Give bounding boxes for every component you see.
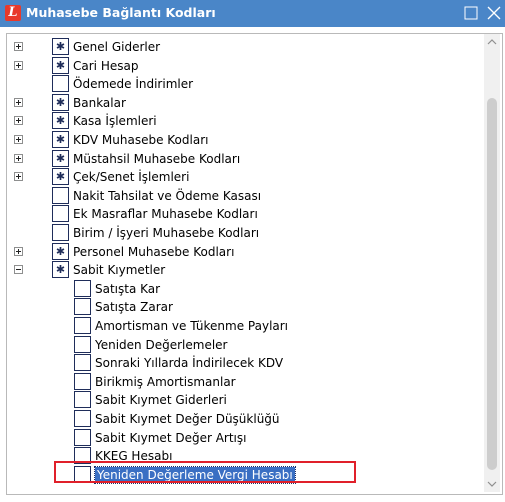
scroll-down-button[interactable] — [484, 476, 500, 492]
tree-item[interactable]: Ödemede İndirimler — [7, 75, 485, 93]
expand-plus-icon[interactable] — [14, 246, 23, 256]
tree-item[interactable]: KDV Muhasebe Kodları — [7, 131, 485, 149]
tree-item-label[interactable]: Sabit Kıymet Değer Düşüklüğü — [95, 411, 280, 427]
annotation-highlight-box — [54, 461, 356, 483]
close-icon — [487, 6, 501, 20]
window-title: Muhasebe Bağlantı Kodları — [26, 5, 216, 20]
tree-item[interactable]: Yeniden Değerlemeler — [7, 335, 485, 354]
tree-item-label[interactable]: Personel Muhasebe Kodları — [73, 244, 234, 260]
expand-plus-icon[interactable] — [14, 116, 23, 126]
tree-item-label[interactable]: Müstahsil Muhasebe Kodları — [73, 151, 240, 167]
tree-item[interactable]: Ek Masraflar Muhasebe Kodları — [7, 205, 485, 223]
tree-checkbox-starred[interactable] — [52, 38, 69, 55]
scroll-thumb[interactable] — [487, 98, 497, 470]
scroll-up-button[interactable] — [484, 34, 500, 50]
tree-item[interactable]: Sabit Kıymet Değer Düşüklüğü — [7, 410, 485, 428]
tree-item-label[interactable]: Birim / İşyeri Muhasebe Kodları — [73, 225, 259, 241]
tree-checkbox[interactable] — [74, 372, 91, 390]
tree-item-label[interactable]: Cari Hesap — [73, 58, 138, 74]
tree-item[interactable]: Birikmiş Amortismanlar — [7, 372, 485, 391]
tree-checkbox-starred[interactable] — [52, 131, 69, 148]
tree-checkbox-starred[interactable] — [52, 149, 69, 167]
tree-checkbox[interactable] — [74, 391, 91, 409]
tree-checkbox[interactable] — [74, 317, 91, 334]
tree-checkbox[interactable] — [52, 205, 69, 223]
tree-item-label[interactable]: Bankalar — [73, 95, 126, 111]
tree-item[interactable]: Genel Giderler — [7, 38, 485, 56]
expand-plus-icon[interactable] — [14, 135, 23, 144]
tree-checkbox-starred[interactable] — [52, 112, 69, 130]
tree-item-label[interactable]: Satışta Zarar — [95, 299, 173, 315]
account-link-tree[interactable]: Genel Giderler Cari Hesap Ödemede İndiriml… — [6, 33, 503, 495]
tree-item[interactable]: Sabit Kıymet Giderleri — [7, 391, 485, 409]
tree-item[interactable]: Personel Muhasebe Kodları — [7, 242, 485, 261]
tree-item-label[interactable]: Amortisman ve Tükenme Payları — [95, 318, 288, 334]
tree-item[interactable]: Amortisman ve Tükenme Payları — [7, 317, 485, 335]
tree-item[interactable]: Sabit Kıymet Değer Artışı — [7, 428, 485, 447]
maximize-button[interactable] — [462, 4, 480, 22]
title-bar[interactable]: L Muhasebe Bağlantı Kodları — [0, 0, 505, 27]
tree-item-label[interactable]: KDV Muhasebe Kodları — [73, 132, 208, 148]
expand-plus-icon[interactable] — [14, 97, 23, 107]
tree-checkbox[interactable] — [74, 335, 91, 353]
collapse-minus-icon[interactable] — [14, 265, 23, 275]
tree-checkbox-starred[interactable] — [52, 93, 69, 111]
tree-item[interactable]: Satışta Kar — [7, 279, 485, 298]
expand-plus-icon[interactable] — [14, 60, 23, 70]
chevron-up-icon — [487, 39, 497, 45]
tree-item-label[interactable]: Çek/Senet İşlemleri — [73, 169, 189, 185]
tree-item-label[interactable]: Sabit Kıymetler — [73, 262, 165, 278]
tree-checkbox[interactable] — [52, 186, 69, 204]
chevron-down-icon — [487, 481, 497, 487]
expand-plus-icon[interactable] — [14, 172, 23, 182]
tree-item[interactable]: Bankalar — [7, 93, 485, 112]
vertical-scrollbar[interactable] — [484, 34, 500, 492]
tree-item-label[interactable]: Sonraki Yıllarda İndirilecek KDV — [95, 355, 283, 371]
tree-checkbox-starred[interactable] — [52, 168, 69, 186]
close-button[interactable] — [485, 4, 503, 22]
tree-checkbox-starred[interactable] — [52, 242, 69, 260]
tree-checkbox-starred[interactable] — [52, 56, 69, 74]
tree-item-label[interactable]: Yeniden Değerlemeler — [95, 337, 227, 353]
tree-checkbox[interactable] — [74, 428, 91, 446]
tree-item-label[interactable]: Nakit Tahsilat ve Ödeme Kasası — [73, 188, 261, 204]
tree-item-label[interactable]: Ödemede İndirimler — [73, 76, 193, 92]
expand-plus-icon[interactable] — [14, 153, 23, 163]
app-logo-icon: L — [5, 5, 21, 21]
tree-item-label[interactable]: Sabit Kıymet Giderleri — [95, 392, 227, 408]
tree-item-label[interactable]: Birikmiş Amortismanlar — [95, 374, 236, 390]
tree-item[interactable]: Nakit Tahsilat ve Ödeme Kasası — [7, 186, 485, 205]
tree-item[interactable]: Müstahsil Muhasebe Kodları — [7, 149, 485, 168]
tree-item-label[interactable]: Satışta Kar — [95, 281, 160, 297]
tree-item[interactable]: Birim / İşyeri Muhasebe Kodları — [7, 224, 485, 242]
expand-plus-icon[interactable] — [14, 42, 23, 51]
tree-item-label[interactable]: Sabit Kıymet Değer Artışı — [95, 430, 246, 446]
tree-checkbox[interactable] — [52, 224, 69, 241]
tree-item[interactable]: Satışta Zarar — [7, 298, 485, 316]
tree-checkbox[interactable] — [52, 75, 69, 93]
tree-item[interactable]: Cari Hesap — [7, 56, 485, 75]
tree-item-label[interactable]: Ek Masraflar Muhasebe Kodları — [73, 206, 258, 222]
tree-item[interactable]: Kasa İşlemleri — [7, 112, 485, 130]
tree-item-label[interactable]: Genel Giderler — [73, 39, 160, 55]
tree-checkbox-starred[interactable] — [52, 261, 69, 279]
tree-checkbox[interactable] — [74, 279, 91, 297]
tree-item[interactable]: Sonraki Yıllarda İndirilecek KDV — [7, 354, 485, 372]
tree-checkbox[interactable] — [74, 298, 91, 316]
tree-checkbox[interactable] — [74, 354, 91, 372]
maximize-icon — [464, 6, 478, 20]
tree-item-label[interactable]: Kasa İşlemleri — [73, 113, 157, 129]
tree-checkbox[interactable] — [74, 410, 91, 427]
tree-item[interactable]: Sabit Kıymetler — [7, 261, 485, 279]
dialog-window: L Muhasebe Bağlantı Kodları Genel Giderl… — [0, 0, 505, 502]
tree-item[interactable]: Çek/Senet İşlemleri — [7, 168, 485, 186]
